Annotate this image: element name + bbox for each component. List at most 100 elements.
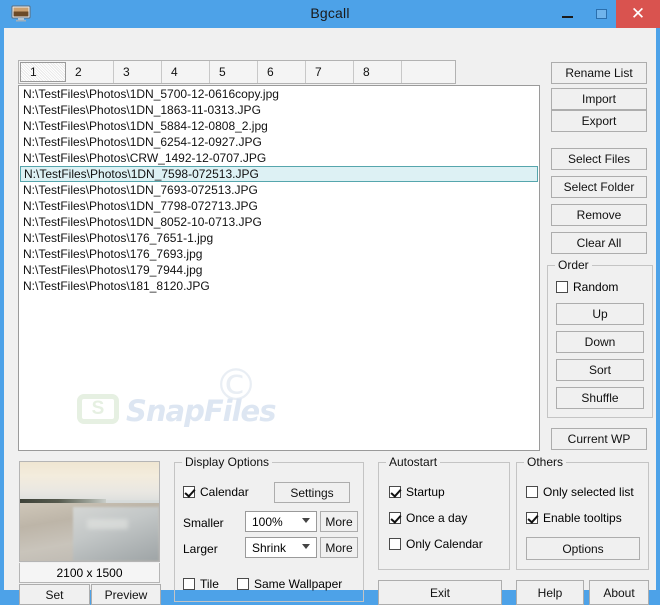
order-group-title: Order bbox=[555, 258, 592, 272]
checkbox-box bbox=[389, 538, 401, 550]
list-item[interactable]: N:\TestFiles\Photos\1DN_5884-12-0808_2.j… bbox=[20, 118, 538, 134]
list-tabs[interactable]: 12345678 bbox=[18, 60, 456, 84]
tab-2[interactable]: 2 bbox=[66, 61, 114, 83]
about-button[interactable]: About bbox=[589, 580, 649, 605]
tab-3[interactable]: 3 bbox=[114, 61, 162, 83]
select-folder-button[interactable]: Select Folder bbox=[551, 176, 647, 198]
close-button[interactable]: ✕ bbox=[616, 0, 660, 28]
tab-8[interactable]: 8 bbox=[354, 61, 402, 83]
preview-button[interactable]: Preview bbox=[91, 584, 161, 605]
enable-tooltips-checkbox[interactable]: Enable tooltips bbox=[526, 511, 622, 525]
autostart-group: Autostart Startup Once a day Only Calend… bbox=[378, 455, 510, 570]
help-button[interactable]: Help bbox=[516, 580, 584, 605]
random-label: Random bbox=[573, 280, 619, 294]
list-item[interactable]: N:\TestFiles\Photos\1DN_1863-11-0313.JPG bbox=[20, 102, 538, 118]
thumb-horizon bbox=[20, 498, 107, 503]
tab-6[interactable]: 6 bbox=[258, 61, 306, 83]
smaller-more-button[interactable]: More bbox=[320, 511, 358, 532]
thumb-sky bbox=[20, 462, 159, 502]
checkbox-box bbox=[556, 281, 568, 293]
random-checkbox[interactable]: Random bbox=[556, 280, 618, 294]
only-selected-list-label: Only selected list bbox=[543, 485, 634, 499]
list-item[interactable]: N:\TestFiles\Photos\1DN_7693-072513.JPG bbox=[20, 182, 538, 198]
display-options-title: Display Options bbox=[182, 455, 273, 469]
settings-button[interactable]: Settings bbox=[274, 482, 350, 503]
thumb-glint bbox=[86, 519, 129, 530]
tab-7[interactable]: 7 bbox=[306, 61, 354, 83]
list-item[interactable]: N:\TestFiles\Photos\1DN_8052-10-0713.JPG bbox=[20, 214, 538, 230]
checkbox-box bbox=[183, 486, 195, 498]
once-a-day-checkbox[interactable]: Once a day bbox=[389, 511, 467, 525]
checkbox-box bbox=[183, 578, 195, 590]
sort-button[interactable]: Sort bbox=[556, 359, 644, 381]
minimize-button[interactable] bbox=[552, 0, 582, 28]
export-button[interactable]: Export bbox=[551, 110, 647, 132]
up-button[interactable]: Up bbox=[556, 303, 644, 325]
smaller-select[interactable]: 100% bbox=[245, 511, 317, 532]
others-group: Others Only selected list Enable tooltip… bbox=[516, 455, 649, 570]
clear-all-button[interactable]: Clear All bbox=[551, 232, 647, 254]
same-wallpaper-label: Same Wallpaper bbox=[254, 577, 343, 591]
only-selected-list-checkbox[interactable]: Only selected list bbox=[526, 485, 634, 499]
startup-label: Startup bbox=[406, 485, 445, 499]
list-item[interactable]: N:\TestFiles\Photos\CRW_1492-12-0707.JPG bbox=[20, 150, 538, 166]
list-item[interactable]: N:\TestFiles\Photos\176_7651-1.jpg bbox=[20, 230, 538, 246]
larger-label: Larger bbox=[183, 542, 218, 556]
tile-label: Tile bbox=[200, 577, 219, 591]
shuffle-button[interactable]: Shuffle bbox=[556, 387, 644, 409]
wallpaper-thumbnail bbox=[19, 461, 160, 562]
only-calendar-label: Only Calendar bbox=[406, 537, 483, 551]
select-files-button[interactable]: Select Files bbox=[551, 148, 647, 170]
maximize-button[interactable] bbox=[586, 0, 616, 28]
list-item[interactable]: N:\TestFiles\Photos\1DN_6254-12-0927.JPG bbox=[20, 134, 538, 150]
close-icon: ✕ bbox=[630, 3, 646, 24]
tile-checkbox[interactable]: Tile bbox=[183, 577, 219, 591]
list-item[interactable]: N:\TestFiles\Photos\1DN_5700-12-0616copy… bbox=[20, 86, 538, 102]
once-a-day-label: Once a day bbox=[406, 511, 468, 525]
checkbox-box bbox=[389, 512, 401, 524]
larger-value: Shrink bbox=[252, 540, 287, 555]
tab-filler bbox=[402, 61, 455, 83]
down-button[interactable]: Down bbox=[556, 331, 644, 353]
chevron-down-icon bbox=[302, 518, 310, 523]
import-button[interactable]: Import bbox=[551, 88, 647, 110]
set-button[interactable]: Set bbox=[19, 584, 90, 605]
startup-checkbox[interactable]: Startup bbox=[389, 485, 445, 499]
others-title: Others bbox=[524, 455, 567, 469]
client-area: 12345678 © S SnapFiles N:\TestFiles\Phot… bbox=[4, 28, 656, 605]
checkbox-box bbox=[526, 512, 538, 524]
smaller-label: Smaller bbox=[183, 516, 224, 530]
list-item[interactable]: N:\TestFiles\Photos\176_7693.jpg bbox=[20, 246, 538, 262]
autostart-title: Autostart bbox=[386, 455, 441, 469]
exit-button[interactable]: Exit bbox=[378, 580, 502, 605]
list-item[interactable]: N:\TestFiles\Photos\179_7944.jpg bbox=[20, 262, 538, 278]
copyright-icon: © bbox=[214, 360, 258, 411]
thumb-wet-sand bbox=[72, 506, 159, 561]
only-calendar-checkbox[interactable]: Only Calendar bbox=[389, 537, 483, 551]
watermark-text: SnapFiles bbox=[126, 394, 276, 428]
options-button[interactable]: Options bbox=[526, 537, 640, 560]
calendar-checkbox[interactable]: Calendar bbox=[183, 485, 249, 499]
tab-4[interactable]: 4 bbox=[162, 61, 210, 83]
list-item[interactable]: N:\TestFiles\Photos\1DN_7598-072513.JPG bbox=[20, 166, 538, 182]
application-window: Bgcall ✕ 12345678 © S SnapFiles N:\TestF… bbox=[0, 0, 660, 605]
list-item[interactable]: N:\TestFiles\Photos\1DN_7798-072713.JPG bbox=[20, 198, 538, 214]
calendar-label: Calendar bbox=[200, 485, 249, 499]
checkbox-box bbox=[526, 486, 538, 498]
tab-1[interactable]: 1 bbox=[20, 62, 66, 82]
checkbox-box bbox=[389, 486, 401, 498]
title-bar: Bgcall ✕ bbox=[0, 0, 660, 28]
tab-5[interactable]: 5 bbox=[210, 61, 258, 83]
larger-more-button[interactable]: More bbox=[320, 537, 358, 558]
file-listbox[interactable]: © S SnapFiles N:\TestFiles\Photos\1DN_57… bbox=[18, 85, 540, 451]
current-wp-button[interactable]: Current WP bbox=[551, 428, 647, 450]
maximize-icon bbox=[595, 9, 607, 19]
larger-select[interactable]: Shrink bbox=[245, 537, 317, 558]
remove-button[interactable]: Remove bbox=[551, 204, 647, 226]
minimize-icon bbox=[561, 16, 573, 18]
checkbox-box bbox=[237, 578, 249, 590]
rename-list-button[interactable]: Rename List bbox=[551, 62, 647, 84]
list-item[interactable]: N:\TestFiles\Photos\181_8120.JPG bbox=[20, 278, 538, 294]
same-wallpaper-checkbox[interactable]: Same Wallpaper bbox=[237, 577, 342, 591]
smaller-value: 100% bbox=[252, 514, 283, 529]
